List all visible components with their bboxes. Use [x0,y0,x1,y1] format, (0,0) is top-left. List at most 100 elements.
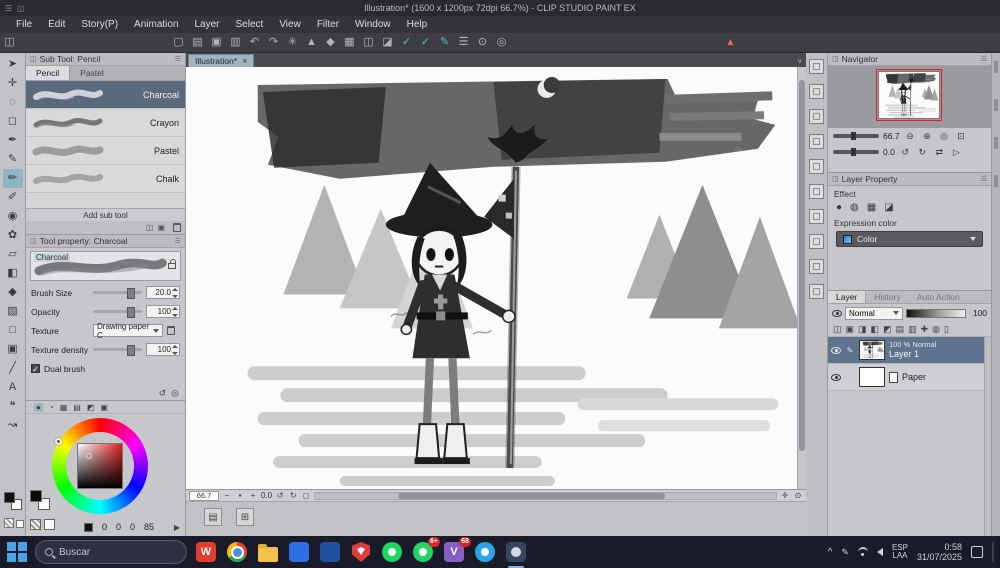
volume-icon[interactable] [876,548,883,556]
delete-layer-icon[interactable]: ▯ [944,324,949,335]
fill-icon[interactable]: ▲ [302,33,321,52]
color-slider-tab-icon[interactable]: ▣ [100,403,108,412]
gradient-tool-icon[interactable]: ▨ [3,302,23,321]
navigator-rotate-slider[interactable] [833,148,879,156]
navigator-rotation-value[interactable]: 0.0 [883,147,895,157]
hue-marker[interactable] [55,438,62,445]
opacity-slider[interactable] [93,307,142,318]
frame-tool-icon[interactable]: ▣ [3,340,23,359]
brush-preview[interactable]: Charcoal [30,251,181,281]
grid-toggle-icon[interactable]: ⊞ [236,508,254,526]
menu-animation[interactable]: Animation [126,16,186,33]
marquee-tool-icon[interactable]: ◻ [3,112,23,131]
nav-rotate-left-icon[interactable]: ↺ [899,146,912,159]
opacity-value[interactable]: 100 [146,305,180,318]
save-icon[interactable]: ▣ [207,33,226,52]
layer-name[interactable]: Paper [902,372,926,382]
new-file-icon[interactable]: ▢ [169,33,188,52]
subtool-item-pastel[interactable]: Pastel [26,137,185,165]
texture-dropdown[interactable]: Drawing paper C [93,322,163,340]
transparent-color-chip[interactable] [4,518,14,528]
menu-filter[interactable]: Filter [309,16,347,33]
fill-tool-icon[interactable]: ◆ [3,283,23,302]
color-circle-tab-icon[interactable]: ◔ [49,403,54,412]
texture-density-slider[interactable] [93,345,142,356]
opacity-gradient-bar[interactable] [906,308,966,318]
paper-thumbnail[interactable] [859,367,885,387]
rotate-right-icon[interactable]: ↻ [288,491,298,500]
brush-tool-icon[interactable]: ✐ [3,188,23,207]
layer-opacity-value[interactable]: 100 [969,308,987,318]
fit-screen-icon[interactable]: ◻ [301,491,311,500]
expression-color-dropdown[interactable]: Color [836,231,983,247]
dock-tab-icon[interactable] [994,99,998,111]
material-tab-icon[interactable] [809,109,824,124]
subtool-tab-pencil[interactable]: Pencil [26,66,71,80]
material-tab-icon[interactable] [809,284,824,299]
nav-zoom-reset-icon[interactable]: ◎ [938,130,951,143]
rotate-left-icon[interactable]: ↺ [275,491,285,500]
airbrush-tool-icon[interactable]: ◉ [3,207,23,226]
redo-icon[interactable]: ↷ [264,33,283,52]
vertical-scrollbar-thumb[interactable] [799,79,805,452]
lasso-tool-icon[interactable]: ◌ [3,93,23,112]
color-set-tab-icon[interactable]: ▦ [60,403,68,412]
zoom-in-icon[interactable]: + [248,491,258,500]
hue-ring[interactable] [52,418,148,514]
close-tab-icon[interactable]: × [242,56,247,66]
taskbar-app-spotify[interactable] [380,540,404,564]
detail-settings-icon[interactable]: ◎ [171,388,179,399]
brush-size-slider[interactable] [93,288,142,299]
language-indicator[interactable]: ESP LAA [892,543,908,561]
layer-color-icon[interactable]: ◪ [884,202,893,213]
gradient-icon[interactable]: ◆ [321,33,340,52]
ruler-menu-icon[interactable]: ☰ [454,33,473,52]
brush-size-value[interactable]: 20.0 [146,286,180,299]
horizontal-scrollbar[interactable] [314,491,777,500]
delete-texture-icon[interactable] [167,326,175,335]
tab-list-dropdown-icon[interactable]: ˅ [797,57,802,66]
taskbar-app-chrome[interactable] [225,540,249,564]
nav-fit-icon[interactable]: ⊡ [955,130,968,143]
decoration-tool-icon[interactable]: ✿ [3,226,23,245]
layer-visibility-icon[interactable] [831,346,841,354]
clear-icon[interactable]: ✳ [283,33,302,52]
menu-story[interactable]: Story(P) [73,16,126,33]
new-vector-layer-icon[interactable]: ▣ [846,324,855,335]
lock-transparent-icon[interactable]: ✚ [921,324,929,335]
sub-color-chip[interactable] [16,520,24,528]
clock[interactable]: 0:58 31/07/2025 [917,542,962,563]
tab-auto-action[interactable]: Auto Action [909,291,968,303]
color-history-tab-icon[interactable]: ◩ [87,403,95,412]
panel-menu-icon[interactable]: ☰ [981,175,987,183]
tab-history[interactable]: History [866,291,908,303]
tone-effect-icon[interactable]: ◍ [850,202,859,213]
menu-edit[interactable]: Edit [40,16,73,33]
layer-name[interactable]: Layer 1 [889,349,937,359]
taskbar-app-explorer[interactable] [256,540,280,564]
nav-zoom-out-icon[interactable]: ⊖ [904,130,917,143]
lock-icon[interactable] [168,259,176,269]
taskbar-search[interactable]: Buscar [35,540,187,564]
canvas-viewport[interactable]: ✑ [186,67,806,490]
material-tab-icon[interactable] [809,134,824,149]
eyedropper-tool-icon[interactable]: ✒ [3,131,23,150]
sv-marker[interactable] [86,453,92,459]
notification-center-icon[interactable] [971,546,983,558]
expand-color-panel-icon[interactable]: ▶ [174,523,180,532]
pencil-tool-icon[interactable]: ✏ [2,169,23,188]
new-folder-icon[interactable]: ◨ [858,324,867,335]
show-desktop-button[interactable] [992,542,994,562]
screen-tone-icon[interactable]: ▦ [867,202,876,213]
navigator-zoom-slider[interactable] [833,132,879,140]
blend-tool-icon[interactable]: ◧ [3,264,23,283]
hand-scroll-icon[interactable]: ✛ [780,491,790,500]
mask-layer-icon[interactable]: ◍ [932,324,940,335]
paper-chip[interactable] [44,519,55,530]
blend-mode-dropdown[interactable]: Normal [845,306,903,320]
start-button[interactable] [6,541,28,563]
nav-zoom-in-icon[interactable]: ⊕ [921,130,934,143]
taskbar-app-mail[interactable] [318,540,342,564]
material-tab-icon[interactable] [809,184,824,199]
tray-pen-icon[interactable]: ✎ [841,547,849,558]
